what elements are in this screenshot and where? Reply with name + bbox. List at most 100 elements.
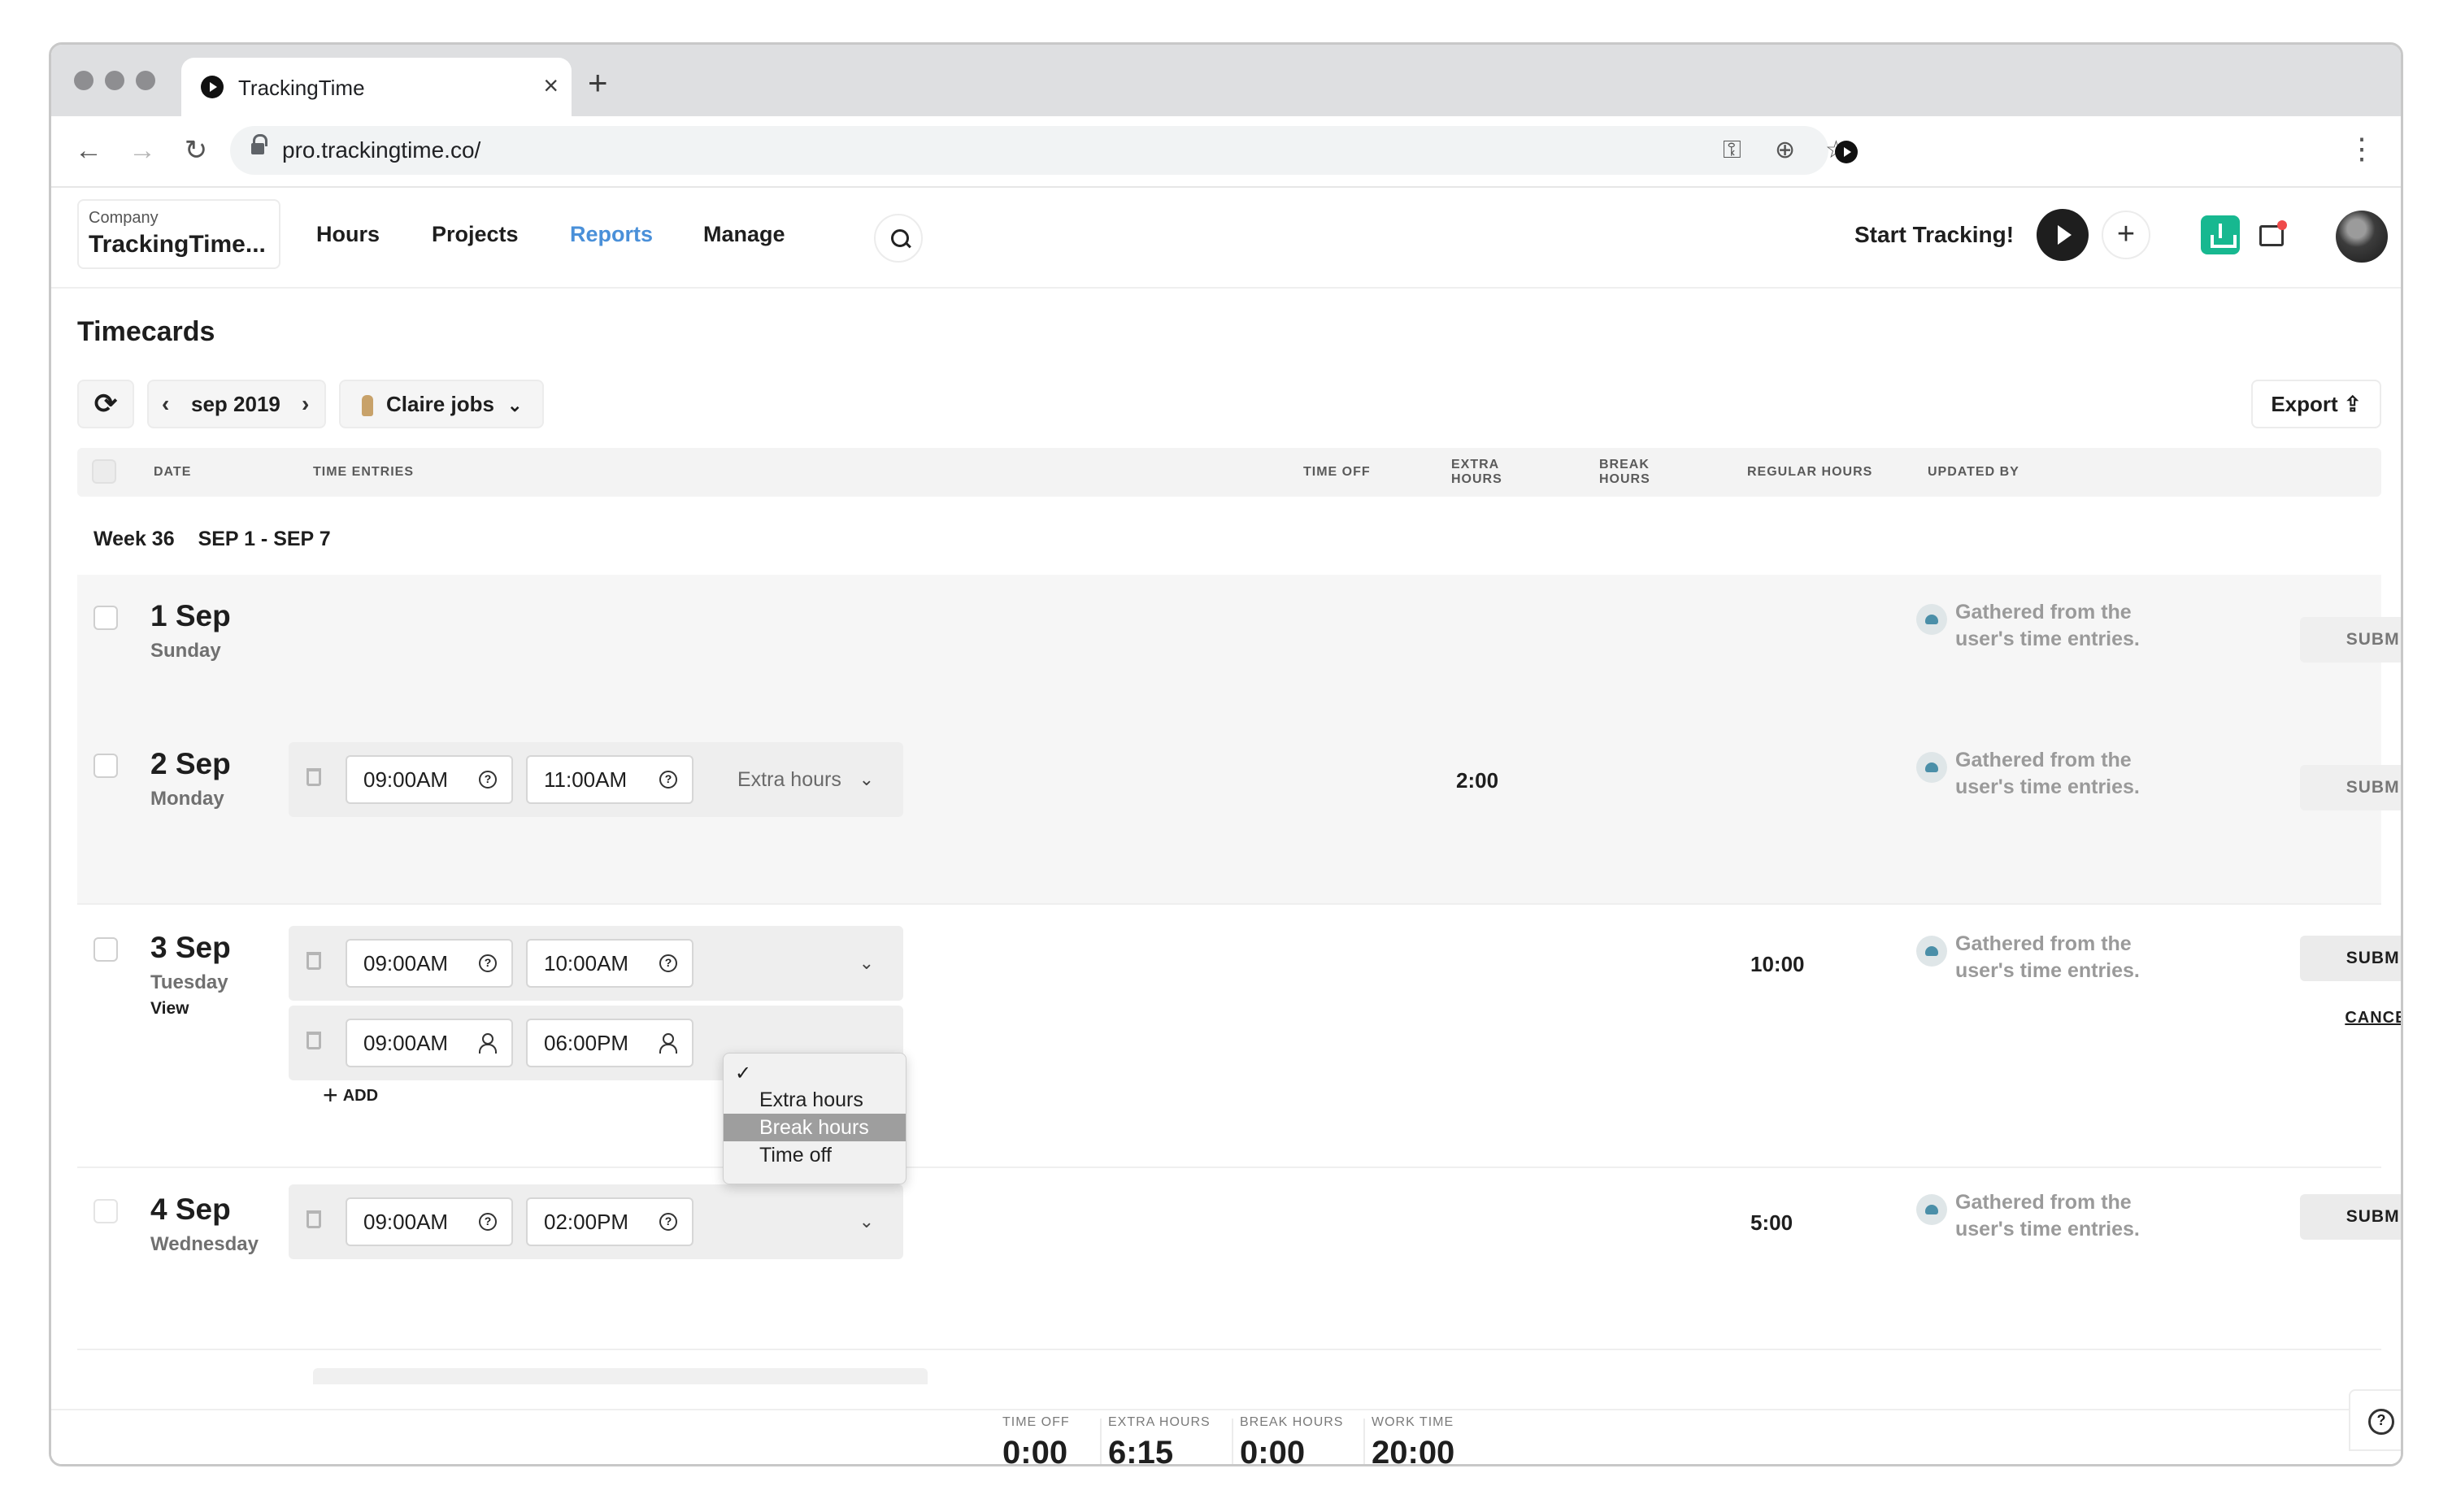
add-entry-button[interactable]: +: [2102, 211, 2150, 259]
start-time-field[interactable]: 09:00AM?: [346, 755, 513, 804]
user-selector[interactable]: Claire jobs ⌄: [339, 380, 544, 428]
submit-button[interactable]: SUBMIT: [2300, 765, 2401, 810]
start-time-field[interactable]: 09:00AM: [346, 1019, 513, 1067]
refresh-icon[interactable]: ⟳: [77, 380, 134, 428]
view-link[interactable]: View: [150, 999, 189, 1019]
submit-button[interactable]: SUBMIT: [2300, 617, 2401, 663]
nav-manage[interactable]: Manage: [703, 222, 785, 247]
address-bar[interactable]: pro.trackingtime.co/ ⚿ ⊕ ☆: [230, 126, 1847, 175]
entry-type-select[interactable]: Extra hours ⌄: [720, 755, 890, 804]
entry-type-select[interactable]: ⌄: [720, 1197, 890, 1246]
download-icon[interactable]: [2201, 215, 2240, 254]
time-entry: 09:00AM? 10:00AM? ⌄: [289, 926, 903, 1001]
start-time-field[interactable]: 09:00AM?: [346, 939, 513, 988]
month-label: sep 2019: [191, 392, 280, 416]
reload-icon[interactable]: ↻: [178, 133, 214, 168]
row-checkbox[interactable]: [93, 606, 118, 630]
prev-month-icon[interactable]: ‹: [162, 381, 169, 427]
clock-icon: ?: [479, 771, 497, 789]
col-updated-by: UPDATED BY: [1928, 465, 2019, 479]
bot-icon: [1916, 752, 1947, 783]
bot-icon: [1916, 936, 1947, 967]
browser-tab[interactable]: TrackingTime ×: [181, 58, 572, 116]
end-time-field[interactable]: 10:00AM?: [526, 939, 693, 988]
col-date: DATE: [154, 465, 192, 479]
page-title: Timecards: [77, 316, 215, 347]
divider: [1232, 1419, 1233, 1464]
updated-by-text: Gathered from the user's time entries.: [1955, 1191, 2140, 1240]
plus-icon: +: [323, 1080, 338, 1110]
dropdown-option-time-off[interactable]: Time off: [724, 1141, 906, 1169]
forward-arrow-icon[interactable]: →: [124, 133, 160, 168]
add-entry-link[interactable]: + ADD: [323, 1080, 378, 1110]
browser-window: TrackingTime × + ← → ↻ pro.trackingtime.…: [49, 42, 2403, 1466]
trash-icon[interactable]: [307, 1032, 321, 1049]
row-checkbox[interactable]: [93, 1199, 118, 1223]
chevron-down-icon: ⌄: [859, 769, 874, 789]
total-extra-hours: EXTRA HOURS 6:15: [1108, 1415, 1211, 1466]
submit-button[interactable]: SUBMIT: [2300, 936, 2401, 981]
clock-icon: ?: [659, 1213, 677, 1231]
avatar[interactable]: [2336, 211, 2388, 263]
time-entry: 09:00AM? 11:00AM? Extra hours ⌄: [289, 742, 903, 817]
clock-icon: ?: [659, 954, 677, 972]
footer-divider: [51, 1409, 2401, 1410]
clock-icon: ?: [479, 954, 497, 972]
week-range: SEP 1 - SEP 7: [198, 528, 331, 550]
day-number: 1 Sep: [150, 599, 231, 632]
col-time-off: TIME OFF: [1303, 465, 1371, 479]
dropdown-option-break-hours[interactable]: Break hours: [724, 1114, 906, 1141]
entry-type-dropdown: ✓ Extra hours Break hours Time off: [723, 1053, 906, 1184]
row-checkbox[interactable]: [93, 754, 118, 778]
regular-hours-value: 10:00: [1750, 952, 1805, 976]
company-name: TrackingTime...: [89, 231, 266, 258]
chat-icon[interactable]: [2251, 215, 2290, 254]
maximize-window-dot[interactable]: [136, 71, 155, 90]
row-checkbox[interactable]: [93, 937, 118, 962]
week-title: Week 36 SEP 1 - SEP 7: [93, 528, 331, 551]
extension-trackingtime-icon[interactable]: [1835, 141, 1858, 163]
end-time-field[interactable]: 06:00PM: [526, 1019, 693, 1067]
export-label: Export: [2271, 392, 2338, 416]
minimize-window-dot[interactable]: [105, 71, 124, 90]
url-text: pro.trackingtime.co/: [282, 137, 481, 163]
submit-button[interactable]: SUBMIT: [2300, 1194, 2401, 1240]
nav-projects[interactable]: Projects: [432, 222, 519, 247]
app-header: Company TrackingTime... Hours Projects R…: [51, 188, 2401, 289]
trash-icon[interactable]: [307, 952, 321, 970]
browser-menu-icon[interactable]: ⋮: [2347, 131, 2376, 167]
divider: [1363, 1419, 1365, 1464]
tab-strip: TrackingTime × +: [51, 45, 2401, 116]
export-button[interactable]: Export ⇪: [2251, 380, 2381, 428]
trackingtime-favicon-icon: [201, 76, 224, 98]
key-icon[interactable]: ⚿: [1723, 136, 1741, 165]
company-selector[interactable]: Company TrackingTime...: [77, 199, 280, 269]
bot-icon: [1916, 1194, 1947, 1225]
dropdown-option-extra-hours[interactable]: Extra hours: [724, 1086, 906, 1114]
nav-reports[interactable]: Reports: [570, 222, 653, 247]
help-icon[interactable]: [2349, 1389, 2401, 1451]
close-window-dot[interactable]: [74, 71, 93, 90]
trash-icon[interactable]: [307, 768, 321, 786]
trash-icon[interactable]: [307, 1210, 321, 1228]
upload-icon: ⇪: [2343, 392, 2362, 416]
extra-hours-value: 2:00: [1456, 768, 1499, 793]
next-month-icon[interactable]: ›: [302, 381, 309, 427]
new-tab-button[interactable]: +: [588, 66, 608, 100]
add-circle-icon[interactable]: ⊕: [1775, 136, 1795, 165]
end-time-field[interactable]: 02:00PM?: [526, 1197, 693, 1246]
day-name: Sunday: [150, 640, 221, 662]
search-icon[interactable]: [874, 214, 923, 263]
col-break-hours: BREAK HOURS: [1599, 458, 1650, 486]
checkmark-icon: ✓: [735, 1062, 752, 1084]
start-time-field[interactable]: 09:00AM?: [346, 1197, 513, 1246]
back-arrow-icon[interactable]: ←: [71, 133, 107, 168]
play-icon[interactable]: [2037, 209, 2089, 261]
nav-hours[interactable]: Hours: [316, 222, 380, 247]
user-icon: [362, 395, 373, 417]
tab-close-icon[interactable]: ×: [543, 71, 559, 100]
select-all-checkbox[interactable]: [92, 459, 116, 484]
cancel-link[interactable]: CANCEL: [2300, 1009, 2401, 1028]
entry-type-select[interactable]: ⌄: [720, 939, 890, 988]
end-time-field[interactable]: 11:00AM?: [526, 755, 693, 804]
